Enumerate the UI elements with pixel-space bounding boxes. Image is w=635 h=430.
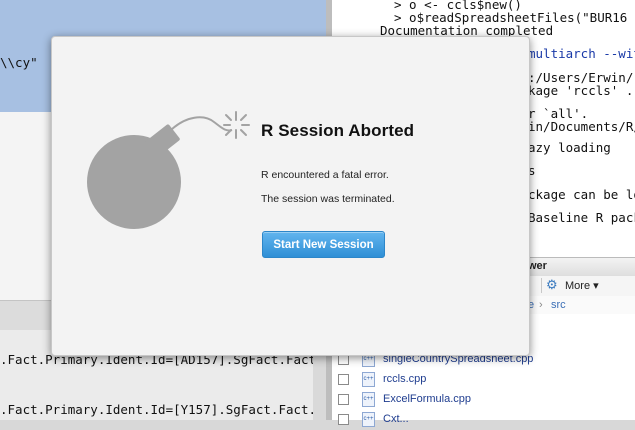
dialog-message: R encountered a fatal error. xyxy=(261,169,389,181)
list-item[interactable]: c++ rccls.cpp xyxy=(332,370,635,390)
console-line: ckage can be lo xyxy=(528,187,635,202)
cpp-file-icon: c++ xyxy=(362,372,375,387)
console-line: Baseline R pack xyxy=(528,210,635,225)
tab-viewer[interactable]: wer xyxy=(528,260,547,272)
file-name[interactable]: rccls.cpp xyxy=(383,373,426,385)
breadcrumb-segment-src[interactable]: src xyxy=(551,299,566,311)
bomb-icon xyxy=(87,111,250,229)
breadcrumb-separator: › xyxy=(539,299,543,311)
code-line: .Fact.Primary.Ident.Id=[Y157].SgFact.Fac… xyxy=(0,402,339,417)
dialog-message: The session was terminated. xyxy=(261,193,395,205)
session-aborted-dialog: R Session Aborted R encountered a fatal … xyxy=(51,36,530,356)
console-line: kage 'rccls' .. xyxy=(528,83,635,98)
toolbar-separator xyxy=(541,278,542,293)
console-line: in/Documents/R/ xyxy=(528,119,635,134)
list-item[interactable]: c++ ExcelFormula.cpp xyxy=(332,390,635,410)
file-checkbox[interactable] xyxy=(338,394,349,405)
more-label: More xyxy=(565,280,591,292)
console-line: multiarch --wit xyxy=(528,46,635,61)
dialog-title: R Session Aborted xyxy=(261,121,415,140)
start-new-session-button[interactable]: Start New Session xyxy=(262,231,385,258)
file-name[interactable]: ExcelFormula.cpp xyxy=(383,393,471,405)
file-checkbox[interactable] xyxy=(338,374,349,385)
more-menu-button[interactable]: More ▾ xyxy=(565,279,599,292)
gear-icon[interactable]: ⚙ xyxy=(546,277,558,293)
code-fragment: \\cy" xyxy=(0,55,38,70)
cpp-file-icon: c++ xyxy=(362,392,375,407)
console-line: azy loading xyxy=(528,140,611,155)
file-name[interactable]: Cxt... xyxy=(383,413,409,425)
list-item[interactable]: c++ Cxt... xyxy=(332,410,635,430)
